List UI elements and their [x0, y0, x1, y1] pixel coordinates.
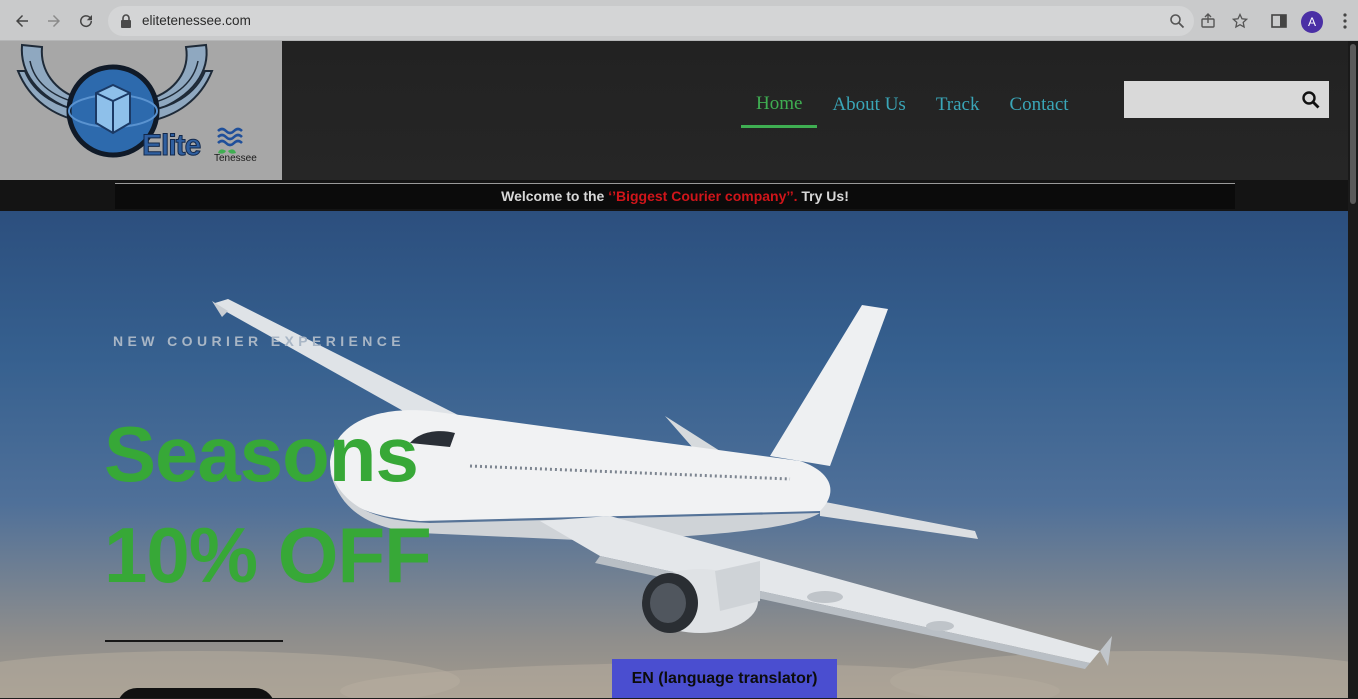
url-text[interactable]: elitetenessee.com [142, 13, 251, 28]
main-nav: Home About Us Track Contact [741, 93, 1099, 128]
page-scrollbar[interactable] [1348, 41, 1358, 698]
hero-cta-button[interactable] [117, 688, 275, 698]
announcement-suffix: Try Us! [797, 188, 849, 204]
announcement-highlight: ‘’Biggest Courier company’’. [608, 188, 798, 204]
logo-subtitle: Tenessee [214, 153, 257, 164]
address-bar[interactable]: elitetenessee.com [108, 6, 1248, 36]
nav-home[interactable]: Home [741, 93, 818, 128]
hero-title-line1: Seasons [104, 410, 419, 498]
logo-wordmark: Elite [141, 129, 201, 163]
announcement-text: Welcome to the ‘’Biggest Courier company… [115, 183, 1235, 209]
site-search [1124, 81, 1329, 118]
magnifier-icon[interactable] [1169, 13, 1185, 29]
nav-track[interactable]: Track [936, 94, 980, 128]
site-header: Elite Tenessee Home About Us Track Conta… [0, 41, 1348, 180]
hero-divider [105, 640, 283, 642]
share-icon[interactable] [1200, 13, 1216, 29]
side-panel-icon[interactable] [1270, 12, 1288, 30]
kebab-menu-icon[interactable] [1336, 12, 1354, 30]
announcement-bar: Welcome to the ‘’Biggest Courier company… [0, 180, 1348, 211]
nav-contact[interactable]: Contact [1009, 94, 1068, 128]
hero-banner: NEW COURIER EXPERIENCE Seasons 10% OFF [0, 211, 1348, 698]
site-logo[interactable]: Elite Tenessee [0, 41, 282, 180]
search-input[interactable] [1124, 81, 1294, 118]
announcement-prefix: Welcome to the [501, 188, 609, 204]
browser-toolbar: elitetenessee.com A [0, 0, 1358, 41]
lock-icon[interactable] [120, 14, 132, 28]
search-icon[interactable] [1301, 90, 1321, 110]
profile-avatar[interactable]: A [1301, 11, 1323, 33]
star-icon[interactable] [1232, 13, 1248, 29]
nav-about-us[interactable]: About Us [832, 94, 905, 128]
hero-title-line2: 10% OFF [104, 511, 432, 599]
scrollbar-thumb[interactable] [1350, 44, 1356, 204]
forward-icon[interactable] [43, 10, 65, 32]
hero-tagline: NEW COURIER EXPERIENCE [113, 333, 406, 349]
language-translator-button[interactable]: EN (language translator) [612, 659, 837, 698]
back-icon[interactable] [11, 10, 33, 32]
reload-icon[interactable] [75, 10, 97, 32]
